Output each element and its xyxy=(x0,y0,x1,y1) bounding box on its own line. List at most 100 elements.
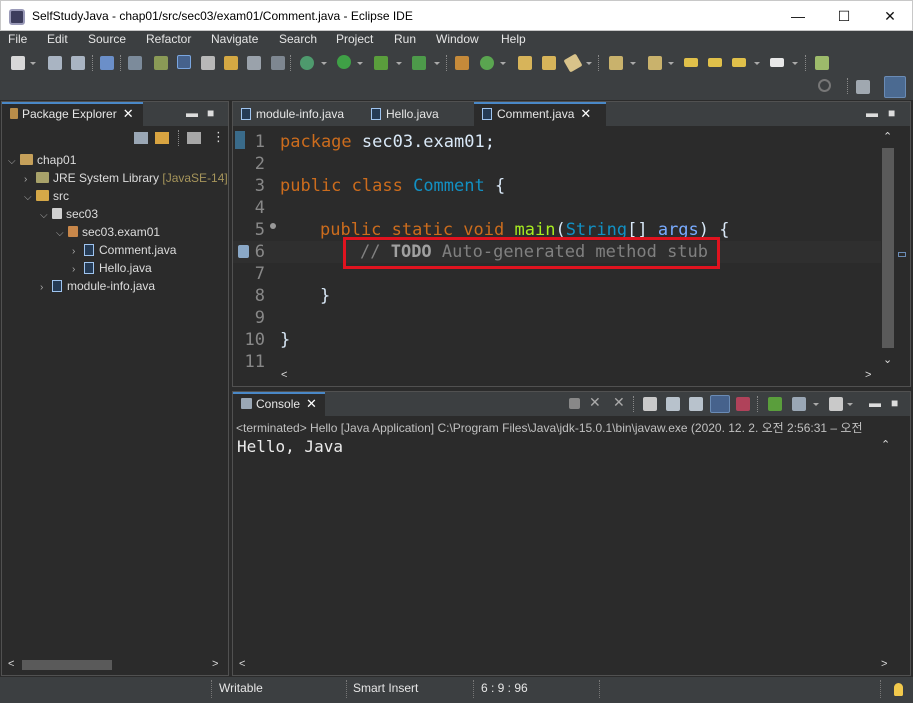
display-console-dropdown-icon[interactable] xyxy=(813,403,819,406)
tree-item-chap01[interactable]: ⌵ chap01 xyxy=(8,151,76,169)
run-dropdown-icon[interactable] xyxy=(357,62,363,65)
block-selection-icon[interactable] xyxy=(247,56,261,70)
open-console-icon[interactable] xyxy=(829,397,843,411)
scroll-up-icon[interactable]: ⌃ xyxy=(883,130,892,143)
external-tools-icon[interactable] xyxy=(412,56,426,70)
debug-icon[interactable] xyxy=(300,56,314,70)
tree-item-sec03[interactable]: ⌵ sec03 xyxy=(40,205,98,223)
back-dropdown-icon[interactable] xyxy=(754,62,760,65)
coverage-dropdown-icon[interactable] xyxy=(396,62,402,65)
scroll-down-icon[interactable]: ⌄ xyxy=(883,353,892,366)
chevron-down-icon[interactable]: ⌵ xyxy=(8,153,20,171)
menu-edit[interactable]: Edit xyxy=(47,32,68,46)
terminate-icon[interactable] xyxy=(569,398,580,409)
forward-dropdown-icon[interactable] xyxy=(792,62,798,65)
next-annotation-dropdown-icon[interactable] xyxy=(630,62,636,65)
menu-help[interactable]: Help xyxy=(501,32,526,46)
search-icon[interactable] xyxy=(818,79,831,92)
scroll-left-icon[interactable]: < xyxy=(239,658,245,670)
new-dropdown-icon[interactable] xyxy=(30,62,36,65)
pencil-dropdown-icon[interactable] xyxy=(586,62,592,65)
scroll-right-icon[interactable]: > xyxy=(881,658,887,670)
coverage-icon[interactable] xyxy=(374,56,388,70)
java-perspective-icon[interactable] xyxy=(884,76,906,98)
back-arrow-icon[interactable] xyxy=(732,58,746,67)
open-type-icon[interactable] xyxy=(201,56,215,70)
external-tools-dropdown-icon[interactable] xyxy=(434,62,440,65)
maximize-view-icon[interactable]: ■ xyxy=(888,106,895,120)
view-menu-icon[interactable]: ⋮ xyxy=(212,129,225,145)
remove-launch-icon[interactable]: ✕ xyxy=(589,394,601,411)
collapse-all-icon[interactable] xyxy=(134,132,148,144)
menu-search[interactable]: Search xyxy=(279,32,317,46)
console-output[interactable]: Hello, Java xyxy=(237,437,343,456)
previous-annotation-icon[interactable] xyxy=(648,56,662,70)
maximize-view-icon[interactable]: ■ xyxy=(891,396,898,410)
tab-comment-java[interactable]: Comment.java ✕ xyxy=(474,102,606,126)
vertical-scrollbar[interactable]: ⌃ xyxy=(879,438,893,658)
tree-item-module-info[interactable]: › module-info.java xyxy=(40,277,155,295)
forward-edit-icon[interactable] xyxy=(708,58,722,67)
tree-item-hello-java[interactable]: › Hello.java xyxy=(72,259,152,277)
open-console-dropdown-icon[interactable] xyxy=(847,403,853,406)
save-all-icon[interactable] xyxy=(71,56,85,70)
mark-occurrences-icon[interactable] xyxy=(177,55,191,69)
scroll-right-icon[interactable]: > xyxy=(212,658,218,670)
remove-all-icon[interactable]: ✕ xyxy=(613,394,625,411)
minimize-view-icon[interactable]: ▬ xyxy=(866,106,878,120)
run-icon[interactable] xyxy=(337,55,351,69)
last-edit-icon[interactable] xyxy=(684,58,698,67)
display-console-icon[interactable] xyxy=(792,397,806,411)
scroll-left-icon[interactable]: < xyxy=(8,658,14,670)
scroll-right-icon[interactable]: > xyxy=(865,369,871,381)
clear-console-icon[interactable] xyxy=(643,397,657,411)
show-on-output-icon[interactable] xyxy=(710,395,730,413)
scrollbar-thumb[interactable] xyxy=(882,148,894,348)
terminal-icon[interactable] xyxy=(100,56,114,70)
maximize-view-icon[interactable]: ■ xyxy=(207,106,214,120)
next-annotation-icon[interactable] xyxy=(609,56,623,70)
chevron-right-icon[interactable]: › xyxy=(40,279,52,297)
close-icon[interactable]: ✕ xyxy=(306,396,317,411)
show-whitespace-icon[interactable] xyxy=(271,56,285,70)
menu-source[interactable]: Source xyxy=(88,32,126,46)
chevron-down-icon[interactable]: ⌵ xyxy=(56,225,68,243)
chevron-down-icon[interactable]: ⌵ xyxy=(40,207,52,225)
minimize-view-icon[interactable]: ▬ xyxy=(186,106,198,120)
lightbulb-icon[interactable] xyxy=(894,683,903,696)
tab-module-info[interactable]: module-info.java xyxy=(233,102,351,126)
horizontal-scrollbar[interactable]: < > xyxy=(4,657,226,673)
perspective-icon[interactable] xyxy=(856,80,870,94)
overview-ruler-marker[interactable] xyxy=(898,252,906,257)
scroll-lock-icon[interactable] xyxy=(666,397,680,411)
close-icon[interactable]: ✕ xyxy=(580,106,591,121)
pin-console-icon[interactable] xyxy=(768,397,782,411)
tab-hello-java[interactable]: Hello.java xyxy=(363,102,463,126)
tab-package-explorer[interactable]: Package Explorer ✕ xyxy=(2,102,143,126)
open-folder-icon[interactable] xyxy=(518,56,532,70)
tree-item-comment-java[interactable]: › Comment.java xyxy=(72,241,176,259)
maximize-button[interactable]: ☐ xyxy=(821,5,867,27)
close-icon[interactable]: ✕ xyxy=(123,106,134,121)
forward-arrow-icon[interactable] xyxy=(770,58,784,67)
new-java-class-icon[interactable] xyxy=(480,56,494,70)
menu-refactor[interactable]: Refactor xyxy=(146,32,191,46)
horizontal-scrollbar[interactable]: < > xyxy=(277,368,881,384)
new-class-dropdown-icon[interactable] xyxy=(500,62,506,65)
close-button[interactable]: ✕ xyxy=(867,5,913,27)
menu-run[interactable]: Run xyxy=(394,32,416,46)
tab-console[interactable]: Console ✕ xyxy=(233,392,325,416)
open-perspective-icon[interactable] xyxy=(815,56,829,70)
scroll-up-icon[interactable]: ⌃ xyxy=(881,438,890,451)
vertical-scrollbar[interactable]: ⌃ ⌄ xyxy=(881,128,895,370)
horizontal-scrollbar[interactable]: < > xyxy=(235,657,895,673)
save-icon[interactable] xyxy=(48,56,62,70)
new-java-package-icon[interactable] xyxy=(455,56,469,70)
menu-window[interactable]: Window xyxy=(436,32,479,46)
pencil-icon[interactable] xyxy=(563,53,583,73)
chevron-down-icon[interactable]: ⌵ xyxy=(24,189,36,207)
menu-file[interactable]: File xyxy=(8,32,27,46)
fold-icon[interactable] xyxy=(270,223,276,229)
new-icon[interactable] xyxy=(11,56,25,70)
minimize-button[interactable]: — xyxy=(775,5,821,27)
